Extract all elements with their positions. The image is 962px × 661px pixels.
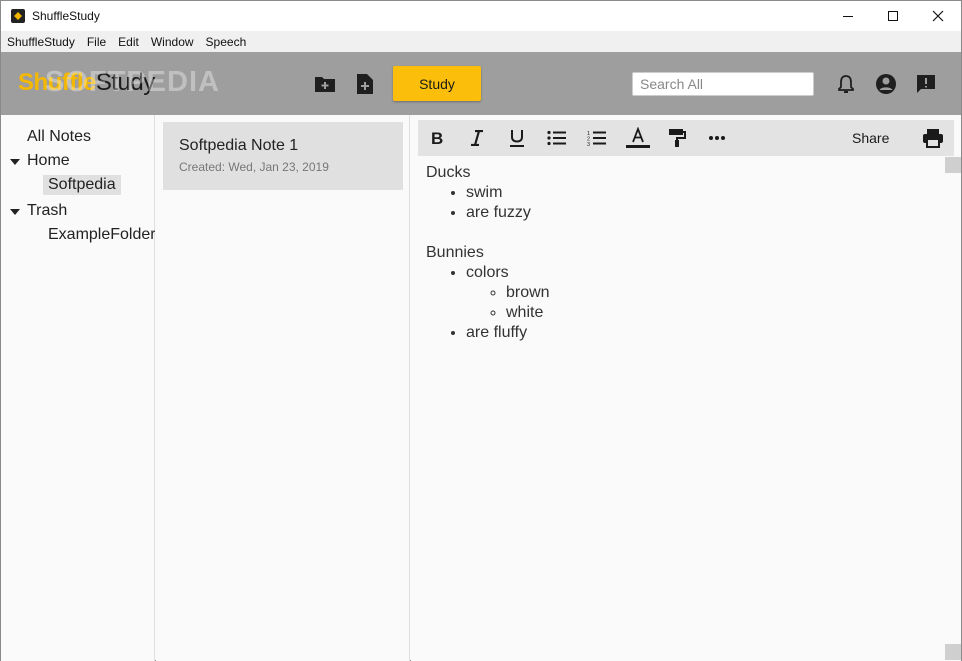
new-folder-icon: [315, 77, 335, 92]
share-button[interactable]: Share: [852, 130, 889, 146]
app-header: ShuffleStudy SOFTPEDIA Study: [1, 52, 961, 115]
list-item: are fluffy: [466, 323, 550, 343]
text-color-button[interactable]: [625, 127, 651, 149]
maximize-button[interactable]: [870, 1, 916, 31]
menu-speech[interactable]: Speech: [206, 35, 247, 49]
format-toolbar: B 123 Share: [418, 120, 954, 156]
svg-text:3: 3: [587, 142, 590, 146]
italic-button[interactable]: [466, 127, 488, 149]
format-paint-icon: [669, 129, 686, 147]
watermark: SOFTPEDIA: [45, 66, 220, 98]
menu-window[interactable]: Window: [151, 35, 194, 49]
bold-icon: B: [431, 130, 443, 146]
app-window: ShuffleStudy ShuffleStudy File Edit Wind…: [0, 0, 962, 661]
list-item-text: colors: [466, 264, 509, 281]
note-editor: B 123 Share Ducks • swim • are fuzzy Bun…: [411, 115, 961, 661]
caret-down-icon[interactable]: [10, 159, 20, 165]
feedback-button[interactable]: [915, 73, 937, 95]
title-bar: ShuffleStudy: [1, 1, 961, 31]
more-button[interactable]: [706, 127, 728, 149]
new-note-icon: [357, 74, 373, 94]
bell-icon: [838, 75, 854, 93]
svg-text:B: B: [431, 130, 443, 146]
format-paint-button[interactable]: [666, 127, 688, 149]
list-item: colors brown white: [466, 263, 550, 323]
minimize-icon: [843, 15, 853, 17]
bold-button[interactable]: B: [426, 127, 448, 149]
underline-button[interactable]: [506, 127, 528, 149]
content-heading-ducks: Ducks: [426, 164, 471, 181]
menu-file[interactable]: File: [87, 35, 106, 49]
account-icon: [876, 74, 896, 94]
search-input[interactable]: [632, 72, 814, 96]
scrollbar-down[interactable]: [945, 644, 961, 660]
colors-sublist: brown white: [466, 283, 550, 323]
sidebar-item-trash[interactable]: Trash: [27, 202, 67, 220]
account-button[interactable]: [875, 73, 897, 95]
more-icon: [709, 136, 725, 140]
ducks-list: swim are fuzzy: [426, 183, 550, 223]
caret-down-icon[interactable]: [10, 209, 20, 215]
folder-sidebar: All Notes Home Softpedia Trash ExampleFo…: [1, 115, 155, 661]
text-color-icon: [626, 127, 650, 148]
menu-shufflestudy[interactable]: ShuffleStudy: [7, 35, 75, 49]
list-item: are fuzzy: [466, 203, 550, 223]
notifications-button[interactable]: [835, 73, 857, 95]
close-button[interactable]: [915, 1, 961, 31]
sidebar-item-softpedia[interactable]: Softpedia: [43, 175, 121, 195]
scrollbar-up[interactable]: [945, 157, 961, 173]
bullet-list-button[interactable]: [546, 127, 568, 149]
new-note-button[interactable]: [354, 73, 376, 95]
close-icon: [932, 10, 944, 22]
menu-edit[interactable]: Edit: [118, 35, 139, 49]
sidebar-item-all-notes[interactable]: All Notes: [27, 128, 91, 146]
new-folder-button[interactable]: [314, 73, 336, 95]
numbered-list-icon: 123: [587, 131, 606, 146]
sidebar-item-examplefolder[interactable]: ExampleFolder: [48, 226, 155, 244]
content-heading-bunnies: Bunnies: [426, 244, 484, 261]
menu-bar: ShuffleStudy File Edit Window Speech: [1, 31, 961, 52]
italic-icon: [471, 130, 483, 146]
list-item: white: [506, 303, 550, 323]
maximize-icon: [888, 11, 898, 21]
note-created-date: Created: Wed, Jan 23, 2019: [179, 160, 329, 174]
note-content[interactable]: Ducks swim are fuzzy Bunnies colors brow…: [426, 163, 550, 343]
note-title: Softpedia Note 1: [179, 137, 299, 154]
list-item: swim: [466, 183, 550, 203]
note-list: Softpedia Note 1 Created: Wed, Jan 23, 2…: [156, 115, 410, 661]
study-button[interactable]: Study: [393, 66, 481, 101]
sidebar-item-home[interactable]: Home: [27, 152, 70, 170]
underline-icon: [510, 130, 524, 147]
bunnies-list: colors brown white are fluffy: [426, 263, 550, 343]
list-item: brown: [506, 283, 550, 303]
print-button[interactable]: [922, 127, 944, 149]
print-icon: [923, 129, 943, 148]
window-title: ShuffleStudy: [32, 9, 100, 23]
numbered-list-button[interactable]: 123: [586, 127, 608, 149]
note-card[interactable]: Softpedia Note 1 Created: Wed, Jan 23, 2…: [163, 122, 403, 190]
minimize-button[interactable]: [825, 1, 871, 31]
feedback-icon: [917, 75, 935, 93]
bullet-list-icon: [547, 130, 566, 146]
app-icon: [11, 9, 25, 23]
